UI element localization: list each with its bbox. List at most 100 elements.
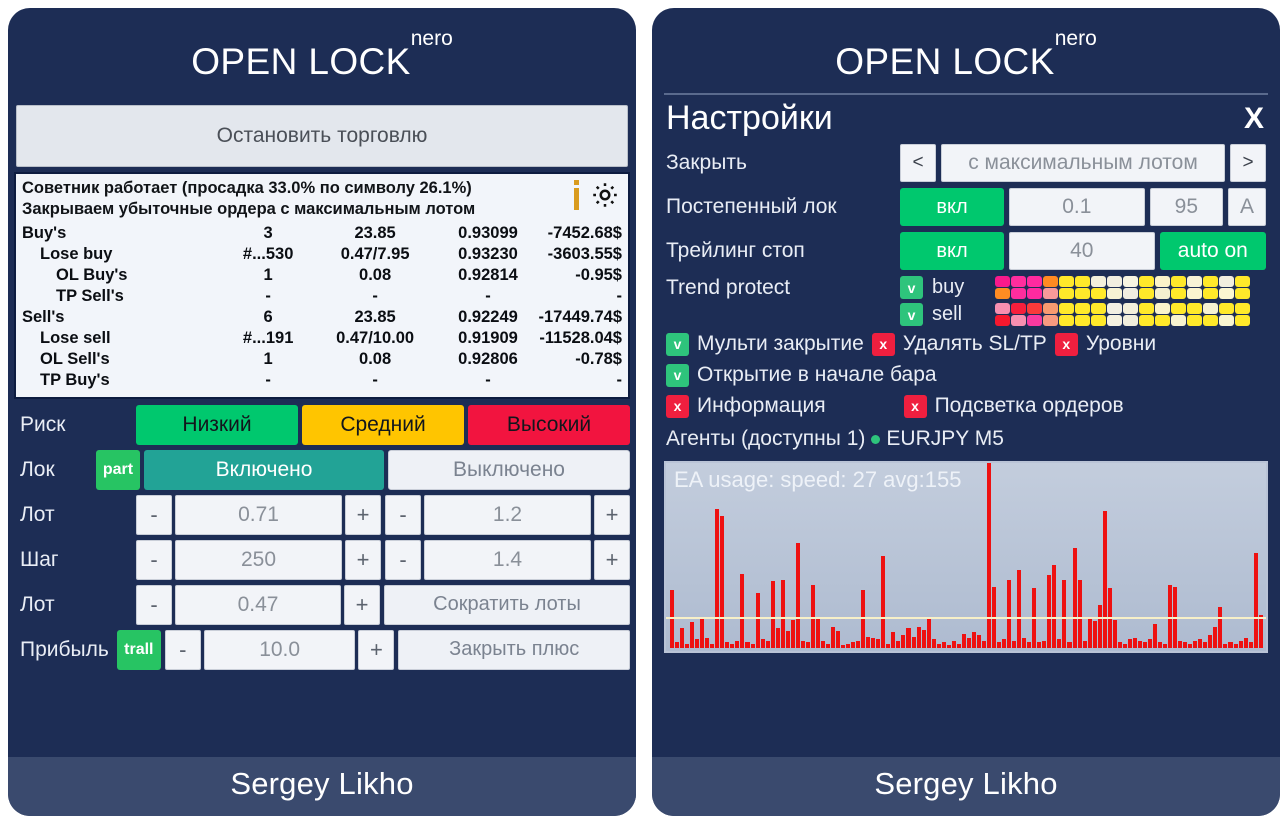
order-count: 1 [263,265,273,284]
multi-close-option[interactable]: v Мульти закрытие [666,332,864,356]
trailing-stop-value[interactable]: 40 [1009,232,1155,270]
risk-medium-button[interactable]: Средний [302,404,464,445]
information-checkbox[interactable]: x [666,394,689,418]
chart-bar [1072,548,1077,648]
multi-close-checkbox[interactable]: v [666,332,689,356]
profit-trall-badge[interactable]: trall [116,629,161,670]
trend-dot [995,288,1010,299]
trailing-stop-toggle[interactable]: вкл [900,232,1004,270]
reduce-lot-minus-button[interactable]: - [136,584,172,625]
lot-plus-button-2[interactable]: + [594,494,630,535]
trend-protect-sell-checkbox[interactable]: v [900,303,923,326]
trailing-stop-auto-button[interactable]: auto on [1159,232,1266,270]
trend-dot [1155,303,1170,314]
gear-icon[interactable] [590,180,620,210]
remove-sltp-option[interactable]: x Удалять SL/TP [871,332,1047,356]
chart-bar [750,643,755,648]
chart-bar [815,616,820,648]
open-at-bar-start-option[interactable]: v Открытие в начале бара [666,363,937,387]
trend-dot [1187,276,1202,287]
lot-value-1[interactable]: 0.71 [175,494,342,535]
orders-table-body: Buy's 3 23.85 0.93099 -7452.68$ Lose buy… [22,223,622,391]
chart-bar [896,640,901,648]
orders-table: Buy's 3 23.85 0.93099 -7452.68$ Lose buy… [22,223,622,391]
lock-off-button[interactable]: Выключено [388,449,630,490]
gradual-lock-value-3[interactable]: A [1228,188,1266,226]
settings-title: Настройки [666,99,833,137]
trend-dot [1123,303,1138,314]
chart-bar [1067,642,1072,648]
lot-plus-button-1[interactable]: + [345,494,381,535]
profit-minus-button[interactable]: - [164,629,201,670]
chevron-right-icon[interactable]: > [1230,144,1266,182]
close-mode-row: Закрыть < с максимальным лотом > [652,144,1280,182]
gradual-lock-toggle[interactable]: вкл [900,188,1004,226]
chart-bar [725,642,730,648]
lot-minus-button-1[interactable]: - [136,494,172,535]
order-highlight-checkbox[interactable]: x [903,394,927,418]
chevron-left-icon[interactable]: < [900,144,936,182]
lot-value-2[interactable]: 1.2 [424,494,591,535]
order-name: TP Buy's [40,370,110,389]
lock-part-badge[interactable]: part [96,449,140,490]
trend-dot [1203,303,1218,314]
stop-trading-button[interactable]: Остановить торговлю [16,105,628,167]
trend-dot [1203,276,1218,287]
close-mode-control: < с максимальным лотом > [900,144,1266,182]
gradual-lock-value-2[interactable]: 95 [1149,188,1223,226]
order-name: Lose sell [40,328,111,347]
lot-minus-button-2[interactable]: - [385,494,421,535]
trend-dot [1059,303,1074,314]
risk-high-button[interactable]: Высокий [468,404,630,445]
order-highlight-option[interactable]: x Подсветка ордеров [903,394,1124,418]
trend-dot [1219,276,1234,287]
chart-bar [805,642,810,648]
close-mode-value[interactable]: с максимальным лотом [941,144,1225,182]
remove-sltp-checkbox[interactable]: x [871,332,895,356]
chart-bar [765,640,770,648]
chart-bar [1097,605,1102,648]
status-box: Советник работает (просадка 33.0% по сим… [14,172,630,399]
close-profit-button[interactable]: Закрыть плюс [398,629,631,670]
trend-dot [1171,315,1186,326]
close-icon[interactable]: X [1244,102,1264,136]
information-option[interactable]: x Информация [666,394,826,418]
ea-usage-chart-title: EA usage: speed: 27 avg:155 [674,467,962,492]
lot-stepper-1: - 0.71 + [136,494,381,535]
status-header: Советник работает (просадка 33.0% по сим… [22,178,622,220]
step-minus-button-2[interactable]: - [385,539,421,580]
order-lot: 23.85 [354,223,396,242]
trend-dot-column [1107,276,1122,299]
profit-plus-button[interactable]: + [358,629,395,670]
open-at-bar-start-checkbox[interactable]: v [666,363,689,387]
reduce-lot-plus-button[interactable]: + [344,584,380,625]
profit-value[interactable]: 10.0 [203,629,356,670]
step-plus-button-1[interactable]: + [345,539,381,580]
lock-on-button[interactable]: Включено [144,449,384,490]
trend-dot-column [1123,276,1138,299]
reduce-lot-value[interactable]: 0.47 [175,584,341,625]
chart-bar [1193,640,1198,648]
info-icon[interactable] [573,180,581,210]
step-value-2[interactable]: 1.4 [424,539,591,580]
step-minus-button-1[interactable]: - [136,539,172,580]
levels-option[interactable]: x Уровни [1054,332,1156,356]
trend-protect-sell-label: sell [932,303,963,325]
reduce-lots-button[interactable]: Сократить лоты [384,584,630,625]
chart-bar [1198,639,1203,648]
trend-dot [1123,276,1138,287]
step-value-1[interactable]: 250 [175,539,342,580]
levels-checkbox[interactable]: x [1054,332,1078,356]
trend-protect-buy-checkbox[interactable]: v [900,276,923,299]
order-pl: -0.95$ [575,265,622,284]
risk-low-button[interactable]: Низкий [136,404,298,445]
agents-text: Агенты (доступны 1) [666,427,866,450]
gradual-lock-value-1[interactable]: 0.1 [1009,188,1145,226]
chart-bar [871,638,876,648]
order-price: 0.93099 [458,223,518,242]
step-plus-button-2[interactable]: + [594,539,630,580]
order-price: 0.91909 [458,328,518,347]
order-name: Buy's [22,223,67,242]
chart-bar [1077,579,1082,648]
chart-bar [1052,565,1057,648]
